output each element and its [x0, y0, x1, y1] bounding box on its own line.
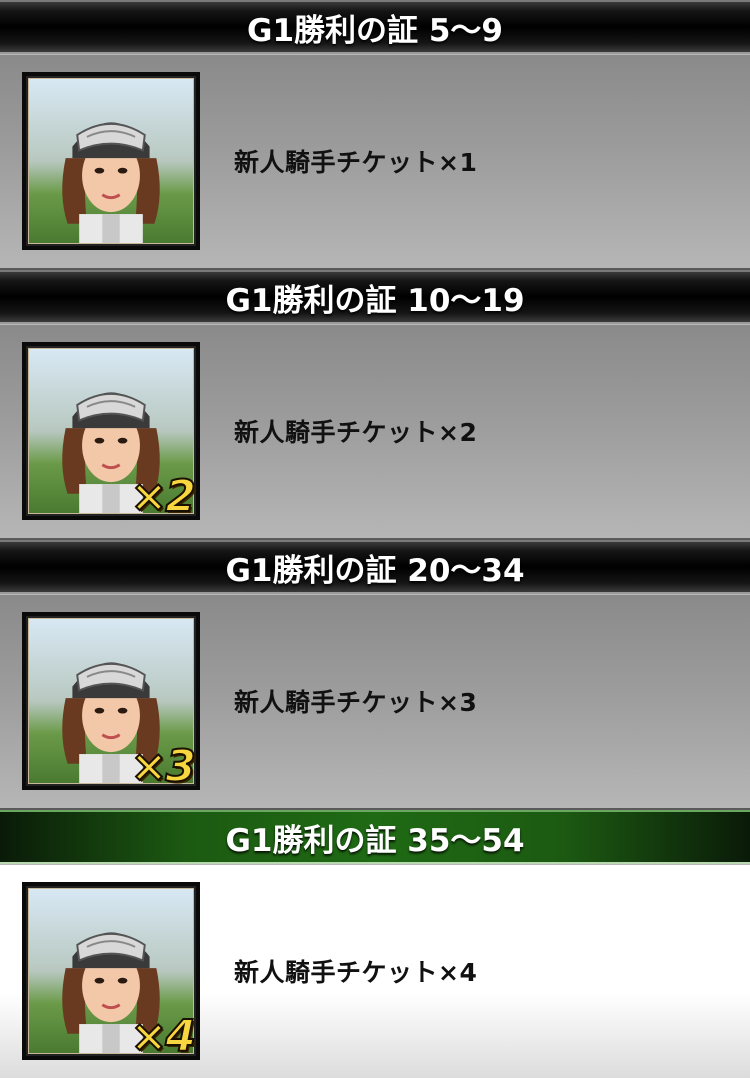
tier-header: G1勝利の証 10〜19	[0, 270, 750, 324]
reward-tier-2[interactable]: G1勝利の証 10〜19 ×2 新人騎手チケット×2	[0, 270, 750, 540]
tier-title: G1勝利の証 10〜19	[225, 282, 525, 319]
jockey-ticket-thumbnail: ×3	[22, 612, 200, 790]
jockey-ticket-thumbnail: ×2	[22, 342, 200, 520]
reward-label: 新人騎手チケット×1	[234, 148, 478, 177]
quantity-badge: ×3	[130, 740, 196, 790]
jockey-ticket-thumbnail	[22, 72, 200, 250]
tier-header: G1勝利の証 20〜34	[0, 540, 750, 594]
reward-tier-4[interactable]: G1勝利の証 35〜54 ×4 新人騎手チケット×4	[0, 810, 750, 1078]
reward-label: 新人騎手チケット×4	[234, 958, 478, 987]
reward-tier-list: G1勝利の証 5〜9 新人騎手チケット×1 G1勝利の証 10〜19 ×2 新人…	[0, 0, 750, 1078]
reward-label: 新人騎手チケット×3	[234, 688, 478, 717]
reward-tier-3[interactable]: G1勝利の証 20〜34 ×3 新人騎手チケット×3	[0, 540, 750, 810]
tier-body: ×2 新人騎手チケット×2	[0, 324, 750, 540]
tier-body: ×4 新人騎手チケット×4	[0, 864, 750, 1078]
tier-title: G1勝利の証 20〜34	[225, 552, 525, 589]
jockey-ticket-thumbnail: ×4	[22, 882, 200, 1060]
quantity-badge: ×4	[130, 1010, 196, 1060]
tier-title: G1勝利の証 35〜54	[225, 822, 525, 859]
quantity-badge: ×2	[130, 470, 196, 520]
tier-header: G1勝利の証 35〜54	[0, 810, 750, 864]
tier-body: ×3 新人騎手チケット×3	[0, 594, 750, 810]
tier-body: 新人騎手チケット×1	[0, 54, 750, 270]
reward-label: 新人騎手チケット×2	[234, 418, 478, 447]
tier-title: G1勝利の証 5〜9	[247, 12, 503, 49]
tier-header: G1勝利の証 5〜9	[0, 0, 750, 54]
reward-tier-1[interactable]: G1勝利の証 5〜9 新人騎手チケット×1	[0, 0, 750, 270]
jockey-portrait-icon	[28, 78, 194, 244]
